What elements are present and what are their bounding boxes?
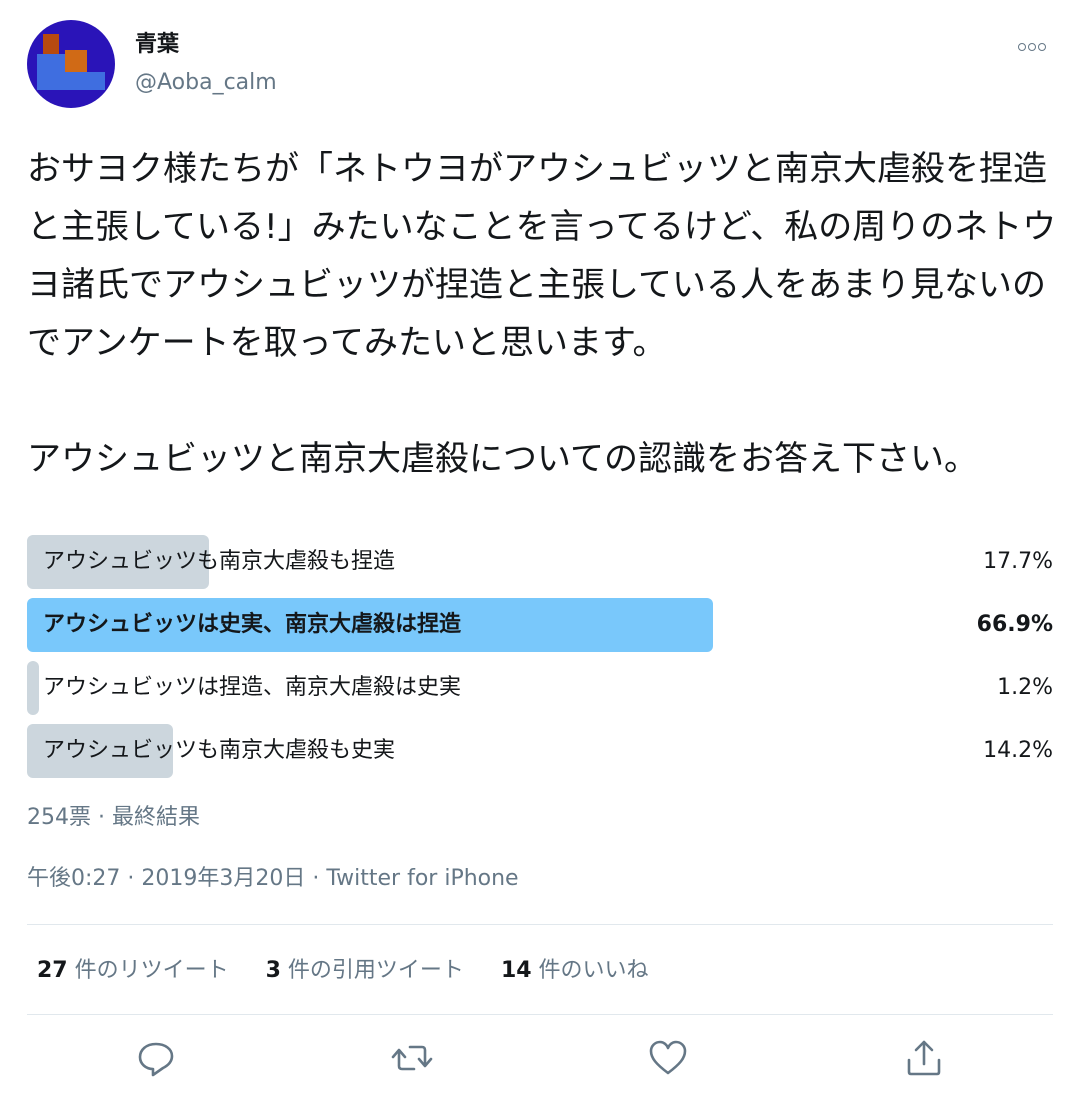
poll-bar (27, 661, 40, 715)
author-display-name[interactable]: 青葉 (135, 30, 179, 60)
retweets-count: 27 (37, 958, 68, 983)
reply-icon (138, 1042, 174, 1077)
divider (27, 1014, 1053, 1015)
poll-summary: 254票 · 最終結果 (27, 805, 200, 830)
reply-button[interactable] (134, 1036, 178, 1080)
likes-stat[interactable]: 14 件のいいね (501, 958, 649, 983)
author-handle[interactable]: @Aoba_calm (135, 68, 277, 98)
poll-option-percent: 14.2% (983, 738, 1053, 763)
more-icon[interactable] (1018, 34, 1052, 54)
tweet-meta: 午後0:27 · 2019年3月20日 · Twitter for iPhone (27, 862, 519, 896)
like-icon (649, 1040, 687, 1075)
quotes-stat[interactable]: 3 件の引用ツイート (266, 958, 464, 983)
poll-option-percent: 17.7% (983, 549, 1053, 574)
likes-label: 件のいいね (531, 958, 649, 983)
poll-option: アウシュビッツは捏造、南京大虐殺は史実 1.2% (27, 661, 1053, 715)
poll-option-label: アウシュビッツも南京大虐殺も史実 (43, 738, 396, 763)
poll-option-label: アウシュビッツは史実、南京大虐殺は捏造 (43, 612, 462, 637)
retweets-label: 件のリツイート (67, 958, 229, 983)
retweet-button[interactable] (390, 1036, 434, 1080)
retweets-stat[interactable]: 27 件のリツイート (37, 958, 229, 983)
poll-option: アウシュビッツも南京大虐殺も捏造 17.7% (27, 535, 1053, 589)
quotes-label: 件の引用ツイート (280, 958, 464, 983)
share-button[interactable] (902, 1036, 946, 1080)
avatar[interactable] (27, 20, 115, 108)
quotes-count: 3 (265, 958, 281, 983)
poll-option-percent: 66.9% (976, 612, 1053, 637)
share-icon (907, 1040, 941, 1076)
likes-count: 14 (500, 958, 532, 983)
tweet-timestamp[interactable]: 午後0:27 · 2019年3月20日 (27, 866, 305, 891)
tweet-text: おサヨク様たちが「ネトウヨがアウシュビッツと南京大虐殺を捏造と主張している!」み… (27, 149, 1057, 479)
poll-option-label: アウシュビッツは捏造、南京大虐殺は史実 (43, 675, 462, 700)
poll-option-label: アウシュビッツも南京大虐殺も捏造 (43, 549, 396, 574)
divider (27, 924, 1053, 925)
tweet-source[interactable]: Twitter for iPhone (326, 866, 518, 891)
poll-option-percent: 1.2% (997, 675, 1053, 700)
poll-option: アウシュビッツも南京大虐殺も史実 14.2% (27, 724, 1053, 778)
like-button[interactable] (646, 1036, 690, 1080)
tweet-stats: 27 件のリツイート 3 件の引用ツイート 14 件のいいね (37, 954, 679, 988)
poll-option: アウシュビッツは史実、南京大虐殺は捏造 66.9% (27, 598, 1053, 652)
retweet-icon (391, 1045, 433, 1071)
meta-separator: · (305, 866, 327, 891)
